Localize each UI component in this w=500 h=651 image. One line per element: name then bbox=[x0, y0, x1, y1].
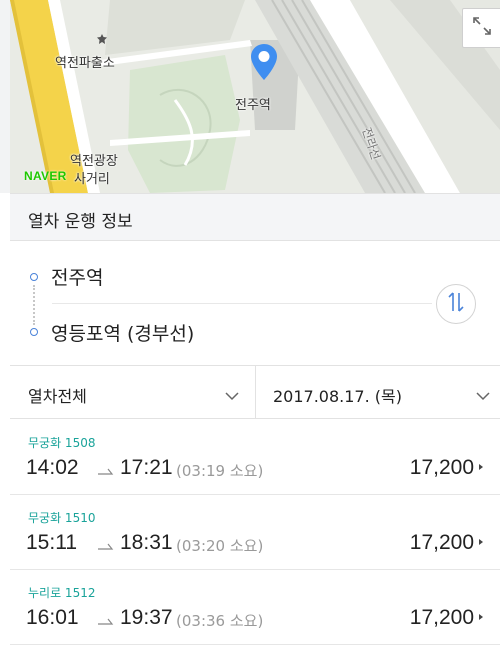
train-name: 누리로 1512 bbox=[28, 586, 96, 600]
location-pin-icon[interactable] bbox=[251, 44, 277, 84]
travel-duration: (03:36 소요) bbox=[176, 612, 264, 630]
train-list: 무궁화 1508 14:02 17:21 (03:19 소요) 17,200 무… bbox=[10, 420, 500, 645]
arrow-right-icon bbox=[98, 536, 116, 555]
destination-dot-icon bbox=[30, 328, 38, 336]
departure-time: 15:11 bbox=[26, 531, 77, 554]
travel-duration: (03:19 소요) bbox=[176, 462, 264, 480]
fare: 17,200 bbox=[409, 606, 474, 629]
train-row[interactable]: 무궁화 1510 15:11 18:31 (03:20 소요) 17,200 bbox=[10, 495, 500, 570]
caret-right-icon bbox=[479, 464, 483, 470]
caret-right-icon bbox=[479, 614, 483, 620]
expand-map-button[interactable] bbox=[462, 8, 500, 48]
route-connector bbox=[33, 285, 35, 325]
train-info-screen: 역전파출소 전주역 역전광장 사거리 전라선 NAVER 열차 운행 정보 전주… bbox=[0, 0, 500, 651]
section-header: 열차 운행 정보 bbox=[10, 193, 500, 241]
map-label-square-line1: 역전광장 bbox=[70, 154, 118, 169]
date-value: 2017.08.17. (목) bbox=[273, 387, 402, 406]
map-label-station: 전주역 bbox=[235, 98, 271, 113]
map-view[interactable]: 역전파출소 전주역 역전광장 사거리 전라선 NAVER bbox=[0, 0, 500, 193]
train-name: 무궁화 1510 bbox=[28, 511, 96, 525]
filter-bar: 열차전체 2017.08.17. (목) bbox=[10, 366, 500, 419]
origin-station[interactable]: 전주역 bbox=[51, 263, 103, 290]
train-row[interactable]: 무궁화 1508 14:02 17:21 (03:19 소요) 17,200 bbox=[10, 420, 500, 495]
train-type-value: 열차전체 bbox=[28, 387, 87, 406]
train-row[interactable]: 누리로 1512 16:01 19:37 (03:36 소요) 17,200 bbox=[10, 570, 500, 645]
page-title: 열차 운행 정보 bbox=[28, 212, 133, 232]
arrow-right-icon bbox=[98, 461, 116, 480]
arrival-time: 18:31 bbox=[120, 531, 173, 554]
route-panel: 전주역 영등포역 (경부선) bbox=[10, 241, 500, 366]
arrival-time: 17:21 bbox=[120, 456, 173, 479]
caret-right-icon bbox=[479, 539, 483, 545]
arrow-right-icon bbox=[98, 611, 116, 630]
police-icon bbox=[96, 34, 108, 49]
fare: 17,200 bbox=[409, 456, 474, 479]
swap-stations-button[interactable] bbox=[436, 284, 476, 324]
route-divider bbox=[52, 303, 432, 304]
expand-arrows-icon bbox=[471, 15, 493, 41]
date-select[interactable]: 2017.08.17. (목) bbox=[256, 366, 500, 419]
naver-logo: NAVER bbox=[24, 169, 67, 183]
destination-station[interactable]: 영등포역 (경부선) bbox=[51, 319, 194, 346]
departure-time: 14:02 bbox=[26, 456, 79, 479]
train-name: 무궁화 1508 bbox=[28, 436, 96, 450]
train-type-select[interactable]: 열차전체 bbox=[10, 366, 256, 419]
travel-duration: (03:20 소요) bbox=[176, 537, 264, 555]
swap-vertical-icon bbox=[446, 291, 466, 317]
chevron-down-icon bbox=[225, 386, 239, 405]
map-label-police-box: 역전파출소 bbox=[55, 56, 115, 71]
origin-dot-icon bbox=[30, 273, 38, 281]
chevron-down-icon bbox=[476, 386, 490, 405]
departure-time: 16:01 bbox=[26, 606, 79, 629]
fare: 17,200 bbox=[409, 531, 474, 554]
arrival-time: 19:37 bbox=[120, 606, 173, 629]
map-label-square-line2: 사거리 bbox=[74, 172, 110, 187]
